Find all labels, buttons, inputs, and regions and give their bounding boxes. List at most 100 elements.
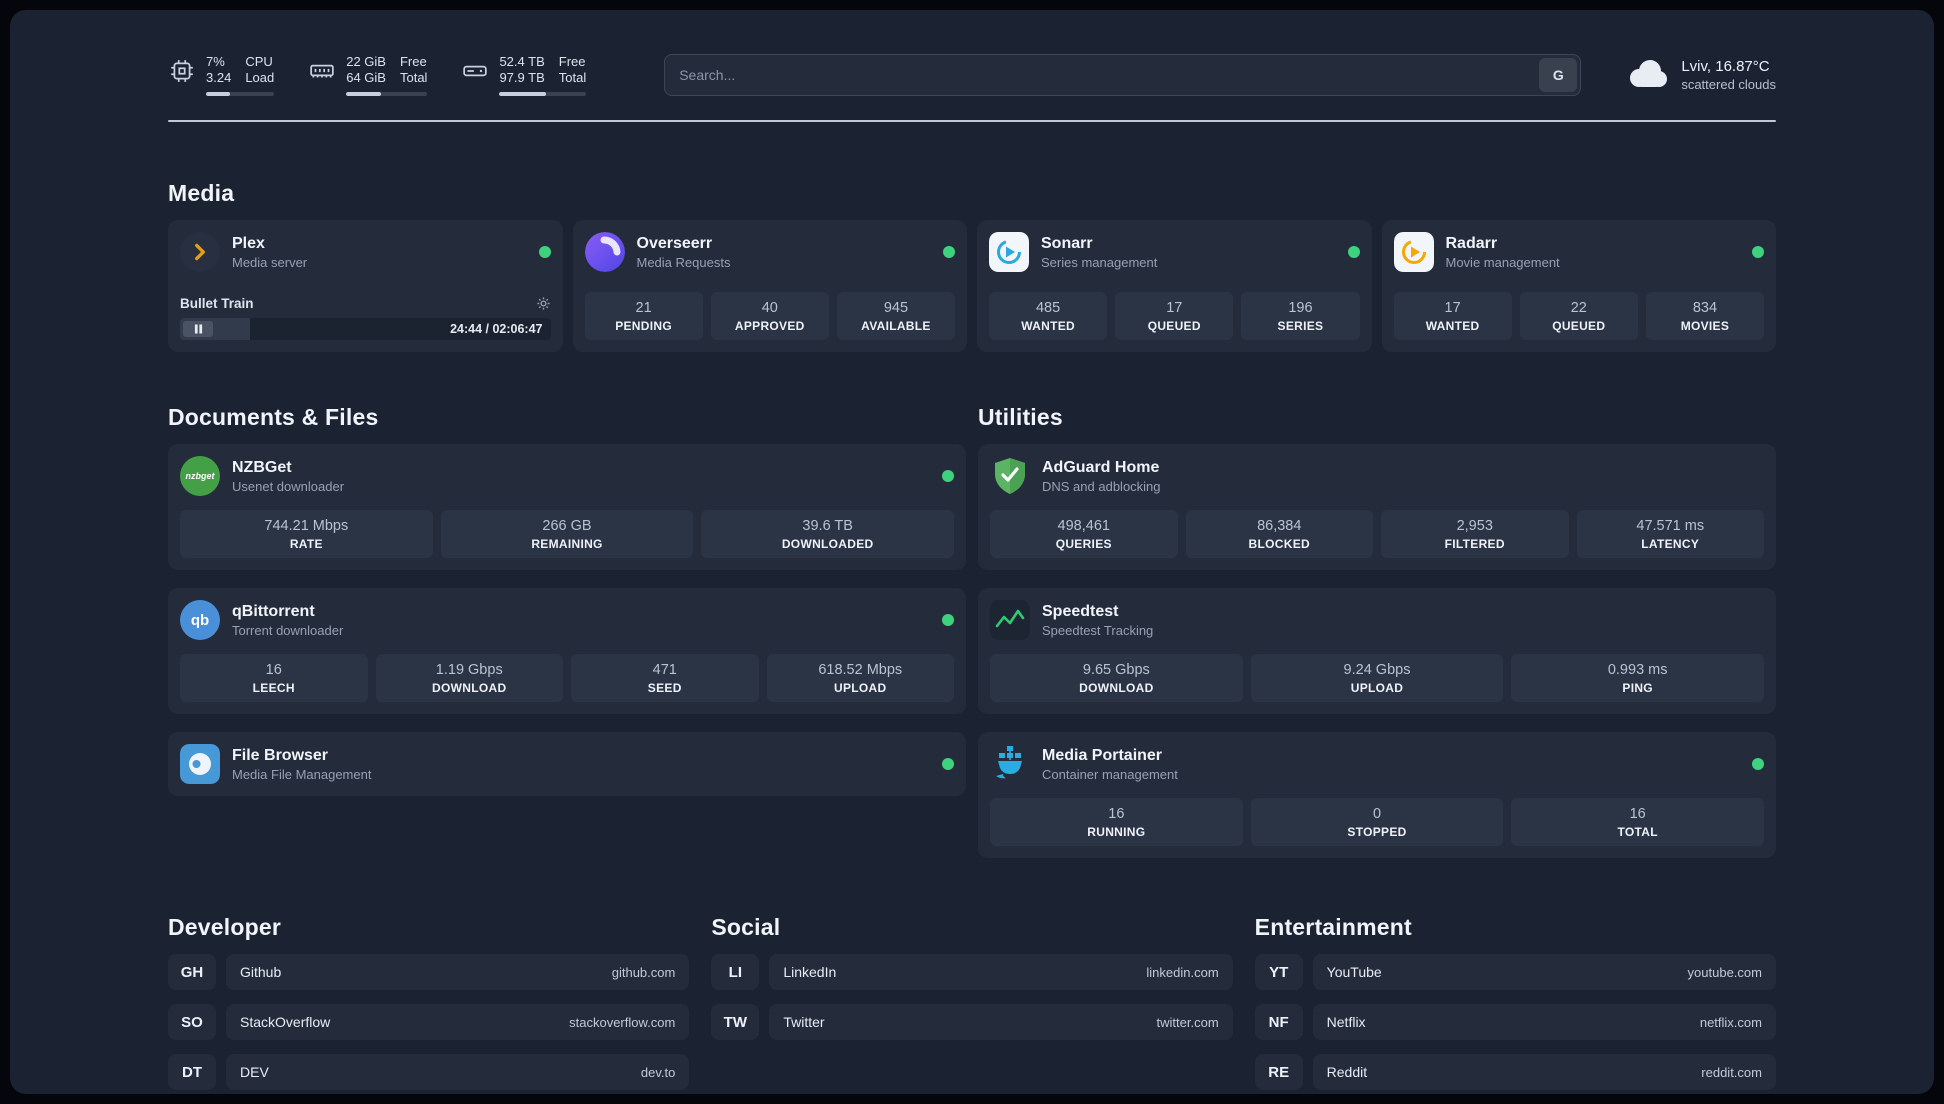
service-desc: DNS and adblocking [1042, 479, 1161, 494]
search-bar: G [664, 54, 1582, 96]
stat-stopped: 0 STOPPED [1250, 798, 1504, 846]
playback-time: 24:44 / 02:06:47 [450, 322, 543, 336]
bookmark-url: twitter.com [1156, 1014, 1219, 1030]
bookmark-abbr: GH [168, 954, 216, 990]
cpu-usage-value: 7% [206, 54, 225, 69]
service-card-portainer[interactable]: Media Portainer Container management 16 … [978, 732, 1776, 858]
stat-filtered: 2,953 FILTERED [1381, 510, 1569, 558]
cpu-chip-icon [168, 56, 196, 86]
bookmark-stackoverflow[interactable]: SO StackOverflow stackoverflow.com [168, 1004, 690, 1040]
stat-queued: 17 QUEUED [1115, 292, 1234, 340]
status-online-dot [943, 246, 955, 258]
status-online-dot [538, 246, 551, 258]
bookmark-twitter[interactable]: TW Twitter twitter.com [711, 1004, 1233, 1040]
bookmark-reddit[interactable]: RE Reddit reddit.com [1254, 1054, 1776, 1090]
stat-remaining: 266 GB REMAINING [440, 510, 694, 558]
search-engine-button[interactable]: G [1539, 58, 1578, 92]
stat-download: 1.19 Gbps DOWNLOAD [375, 654, 563, 702]
stat-latency: 47.571 ms LATENCY [1576, 510, 1764, 558]
service-desc: Usenet downloader [232, 479, 345, 494]
stat-blocked: 86,384 BLOCKED [1185, 510, 1373, 558]
bookmark-github[interactable]: GH Github github.com [168, 954, 690, 990]
bookmark-name: Netflix [1326, 1014, 1366, 1030]
playback-progress-bar[interactable]: 24:44 / 02:06:47 [180, 318, 551, 340]
section-social: Social LI LinkedIn linkedin.com TW Twitt… [711, 914, 1233, 1090]
service-card-plex[interactable]: Plex Media server Bullet Train 24:44 / 0… [168, 220, 563, 352]
bookmark-youtube[interactable]: YT YouTube youtube.com [1254, 954, 1776, 990]
stat-seed: 471 SEED [571, 654, 759, 702]
now-playing-widget: Bullet Train 24:44 / 02:06:47 [180, 296, 551, 340]
bookmark-name: Reddit [1326, 1064, 1368, 1080]
bookmark-name: Github [240, 964, 282, 980]
bookmark-url: stackoverflow.com [569, 1014, 676, 1030]
bookmark-abbr: RE [1254, 1054, 1303, 1090]
section-utilities: Utilities AdGuard Home DNS and adblockin… [978, 404, 1776, 858]
section-title-media: Media [168, 180, 235, 206]
stat-ping: 0.993 ms PING [1511, 654, 1765, 702]
memory-label-top: Free [399, 54, 427, 69]
service-name: qBittorrent [232, 603, 315, 620]
bookmark-netflix[interactable]: NF Netflix netflix.com [1254, 1004, 1776, 1040]
service-name: Plex [232, 235, 265, 252]
weather-condition: scattered clouds [1681, 77, 1776, 92]
disk-free-value: 52.4 TB [499, 54, 545, 69]
service-card-speedtest[interactable]: Speedtest Speedtest Tracking 9.65 Gbps D… [978, 588, 1776, 714]
stat-wanted: 17 WANTED [1393, 292, 1512, 340]
service-card-adguard[interactable]: AdGuard Home DNS and adblocking 498,461 … [978, 444, 1776, 570]
section-title-entertainment: Entertainment [1254, 914, 1412, 940]
section-media: Media Plex Media server Bullet Train 24:… [168, 180, 1776, 352]
plex-icon [180, 232, 220, 272]
disk-usage-bar [499, 92, 587, 96]
topbar: 7% 3.24 CPU Load 22 GiB 64 GiB Free Tota… [168, 48, 1776, 102]
pause-icon[interactable] [183, 321, 213, 337]
memory-usage-bar [346, 92, 428, 96]
stat-movies: 834 MOVIES [1645, 292, 1765, 340]
service-desc: Container management [1042, 767, 1178, 782]
bookmark-linkedin[interactable]: LI LinkedIn linkedin.com [711, 954, 1233, 990]
bookmark-name: Twitter [783, 1014, 825, 1030]
service-card-qbittorrent[interactable]: qb qBittorrent Torrent downloader 16 LEE… [168, 588, 966, 714]
status-online-dot [1752, 246, 1764, 258]
overseerr-icon [584, 232, 625, 272]
sonarr-icon [989, 232, 1029, 272]
disk-total-value: 97.9 TB [499, 70, 545, 85]
bookmark-url: reddit.com [1701, 1064, 1762, 1080]
section-entertainment: Entertainment YT YouTube youtube.com NF … [1254, 914, 1776, 1090]
memory-total-value: 64 GiB [346, 70, 386, 85]
service-card-overseerr[interactable]: Overseerr Media Requests 21 PENDING 40 A… [572, 220, 967, 352]
radarr-icon [1393, 232, 1434, 272]
status-online-dot [942, 470, 954, 482]
service-name: Overseerr [636, 235, 713, 252]
service-card-filebrowser[interactable]: File Browser Media File Management [168, 732, 966, 796]
filebrowser-icon [180, 744, 220, 784]
bookmark-name: LinkedIn [783, 964, 837, 980]
stat-approved: 40 APPROVED [710, 292, 829, 340]
stat-download: 9.65 Gbps DOWNLOAD [990, 654, 1243, 702]
stat-total: 16 TOTAL [1511, 798, 1765, 846]
speedtest-icon [990, 600, 1030, 640]
service-card-nzbget[interactable]: nzbget NZBGet Usenet downloader 744.21 M… [168, 444, 966, 570]
stat-queued: 22 QUEUED [1519, 292, 1638, 340]
cpu-load-value: 3.24 [206, 70, 232, 85]
service-card-radarr[interactable]: Radarr Movie management 17 WANTED 22 QUE… [1381, 220, 1776, 352]
service-desc: Torrent downloader [232, 623, 344, 638]
cpu-label-bottom: Load [245, 70, 275, 85]
section-title-documents: Documents & Files [168, 404, 379, 430]
bookmark-name: StackOverflow [240, 1014, 331, 1030]
service-card-sonarr[interactable]: Sonarr Series management 485 WANTED 17 Q… [977, 220, 1372, 352]
section-title-social: Social [711, 914, 781, 940]
service-desc: Series management [1041, 255, 1158, 270]
bookmark-url: netflix.com [1699, 1014, 1762, 1030]
service-name: AdGuard Home [1042, 459, 1160, 476]
stat-downloaded: 39.6 TB DOWNLOADED [701, 510, 955, 558]
gear-icon[interactable] [536, 296, 551, 311]
bookmark-abbr: DT [168, 1054, 216, 1090]
weather-location: Lviv, 16.87°C [1681, 58, 1770, 75]
status-online-dot [942, 758, 954, 770]
search-input[interactable] [664, 54, 1582, 96]
bookmark-dev[interactable]: DT DEV dev.to [168, 1054, 690, 1090]
bookmark-abbr: YT [1254, 954, 1303, 990]
service-desc: Media File Management [232, 767, 372, 782]
topbar-divider [168, 120, 1776, 122]
bookmark-url: linkedin.com [1146, 964, 1219, 980]
